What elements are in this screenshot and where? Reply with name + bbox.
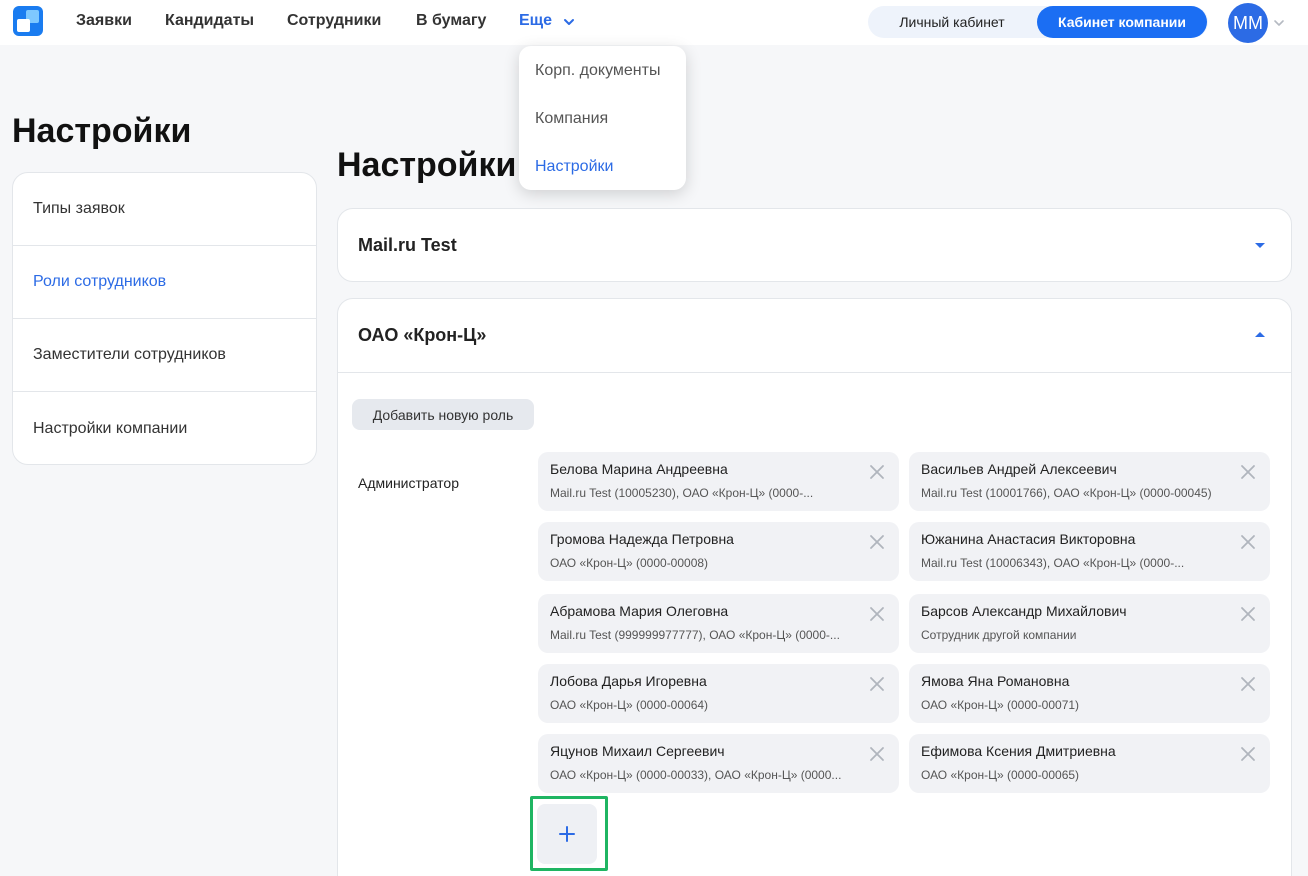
member-name: Громова Надежда Петровна (550, 531, 734, 547)
company-card-mailru[interactable]: Mail.ru Test (337, 208, 1292, 282)
member-name: Барсов Александр Михайлович (921, 603, 1127, 619)
settings-side-menu: Типы заявок Роли сотрудников Заместители… (12, 172, 317, 465)
member-name: Белова Марина Андреевна (550, 461, 728, 477)
nav-item-to-paper[interactable]: В бумагу (416, 12, 486, 30)
member-chip: Громова Надежда Петровна ОАО «Крон-Ц» (0… (538, 522, 899, 581)
company-cabinet-button[interactable]: Кабинет компании (1037, 6, 1207, 38)
nav-item-more[interactable]: Еще (519, 12, 552, 30)
member-meta: ОАО «Крон-Ц» (0000-00065) (921, 768, 1080, 782)
role-name: Администратор (358, 475, 460, 491)
collapse-caret-icon[interactable] (1255, 332, 1265, 337)
page-title: Настройки (12, 112, 192, 150)
cabinet-toggle: Личный кабинет Кабинет компании (868, 6, 1208, 38)
section-title: Настройки (337, 146, 517, 184)
close-icon[interactable] (1240, 464, 1256, 480)
add-role-button[interactable]: Добавить новую роль (352, 399, 534, 430)
member-name: Абрамова Мария Олеговна (550, 603, 729, 619)
member-chip: Ефимова Ксения Дмитриевна ОАО «Крон-Ц» (… (909, 734, 1270, 793)
avatar[interactable]: MM (1228, 3, 1268, 43)
close-icon[interactable] (1240, 534, 1256, 550)
member-meta: Mail.ru Test (10005230), ОАО «Крон-Ц» (0… (550, 486, 814, 500)
member-chip: Васильев Андрей Алексеевич Mail.ru Test … (909, 452, 1270, 511)
member-name: Яцунов Михаил Сергеевич (550, 743, 725, 759)
member-chip: Яцунов Михаил Сергеевич ОАО «Крон-Ц» (00… (538, 734, 899, 793)
member-meta: ОАО «Крон-Ц» (0000-00071) (921, 698, 1080, 712)
member-meta: ОАО «Крон-Ц» (0000-00008) (550, 556, 709, 570)
nav-item-employees[interactable]: Сотрудники (287, 12, 381, 30)
more-dropdown-menu: Корп. документы Компания Настройки (519, 46, 686, 190)
top-header: Заявки Кандидаты Сотрудники В бумагу Еще… (0, 0, 1308, 45)
app-logo-icon[interactable] (13, 6, 43, 36)
menu-item-corp-docs[interactable]: Корп. документы (535, 62, 660, 80)
close-icon[interactable] (869, 676, 885, 692)
member-name: Ямова Яна Романовна (921, 673, 1070, 689)
member-meta: ОАО «Крон-Ц» (0000-00064) (550, 698, 709, 712)
member-meta: Mail.ru Test (10006343), ОАО «Крон-Ц» (0… (921, 556, 1185, 570)
company-name: ОАО «Крон-Ц» (358, 325, 487, 345)
company-card-kron: ОАО «Крон-Ц» Добавить новую роль Админис… (337, 298, 1292, 876)
menu-item-settings[interactable]: Настройки (535, 158, 613, 176)
side-item-deputies[interactable]: Заместители сотрудников (13, 319, 316, 392)
close-icon[interactable] (1240, 676, 1256, 692)
member-meta: Mail.ru Test (999999977777), ОАО «Крон-Ц… (550, 628, 840, 642)
highlight-box (530, 796, 608, 871)
side-item-company-settings[interactable]: Настройки компании (13, 392, 316, 464)
member-chip: Лобова Дарья Игоревна ОАО «Крон-Ц» (0000… (538, 664, 899, 723)
close-icon[interactable] (869, 746, 885, 762)
close-icon[interactable] (1240, 746, 1256, 762)
close-icon[interactable] (1240, 606, 1256, 622)
close-icon[interactable] (869, 534, 885, 550)
member-chip: Белова Марина Андреевна Mail.ru Test (10… (538, 452, 899, 511)
member-name: Ефимова Ксения Дмитриевна (921, 743, 1116, 759)
divider (338, 372, 1291, 373)
member-meta: ОАО «Крон-Ц» (0000-00033), ОАО «Крон-Ц» … (550, 768, 842, 782)
nav-item-candidates[interactable]: Кандидаты (165, 12, 254, 30)
member-chip: Южанина Анастасия Викторовна Mail.ru Tes… (909, 522, 1270, 581)
member-chip: Абрамова Мария Олеговна Mail.ru Test (99… (538, 594, 899, 653)
member-meta: Mail.ru Test (10001766), ОАО «Крон-Ц» (0… (921, 486, 1212, 500)
menu-item-company[interactable]: Компания (535, 110, 608, 128)
member-chip: Барсов Александр Михайлович Сотрудник др… (909, 594, 1270, 653)
member-name: Лобова Дарья Игоревна (550, 673, 707, 689)
chevron-down-icon[interactable] (1272, 16, 1286, 30)
chevron-down-icon[interactable] (562, 15, 576, 29)
close-icon[interactable] (869, 606, 885, 622)
nav-item-requests[interactable]: Заявки (76, 12, 132, 30)
member-name: Южанина Анастасия Викторовна (921, 531, 1136, 547)
close-icon[interactable] (869, 464, 885, 480)
company-name: Mail.ru Test (358, 235, 457, 255)
expand-caret-icon[interactable] (1255, 243, 1265, 248)
personal-cabinet-button[interactable]: Личный кабинет (868, 6, 1036, 38)
member-chip: Ямова Яна Романовна ОАО «Крон-Ц» (0000-0… (909, 664, 1270, 723)
side-item-employee-roles[interactable]: Роли сотрудников (13, 246, 316, 319)
member-meta: Сотрудник другой компании (921, 628, 1077, 642)
member-name: Васильев Андрей Алексеевич (921, 461, 1117, 477)
side-item-request-types[interactable]: Типы заявок (13, 173, 316, 246)
